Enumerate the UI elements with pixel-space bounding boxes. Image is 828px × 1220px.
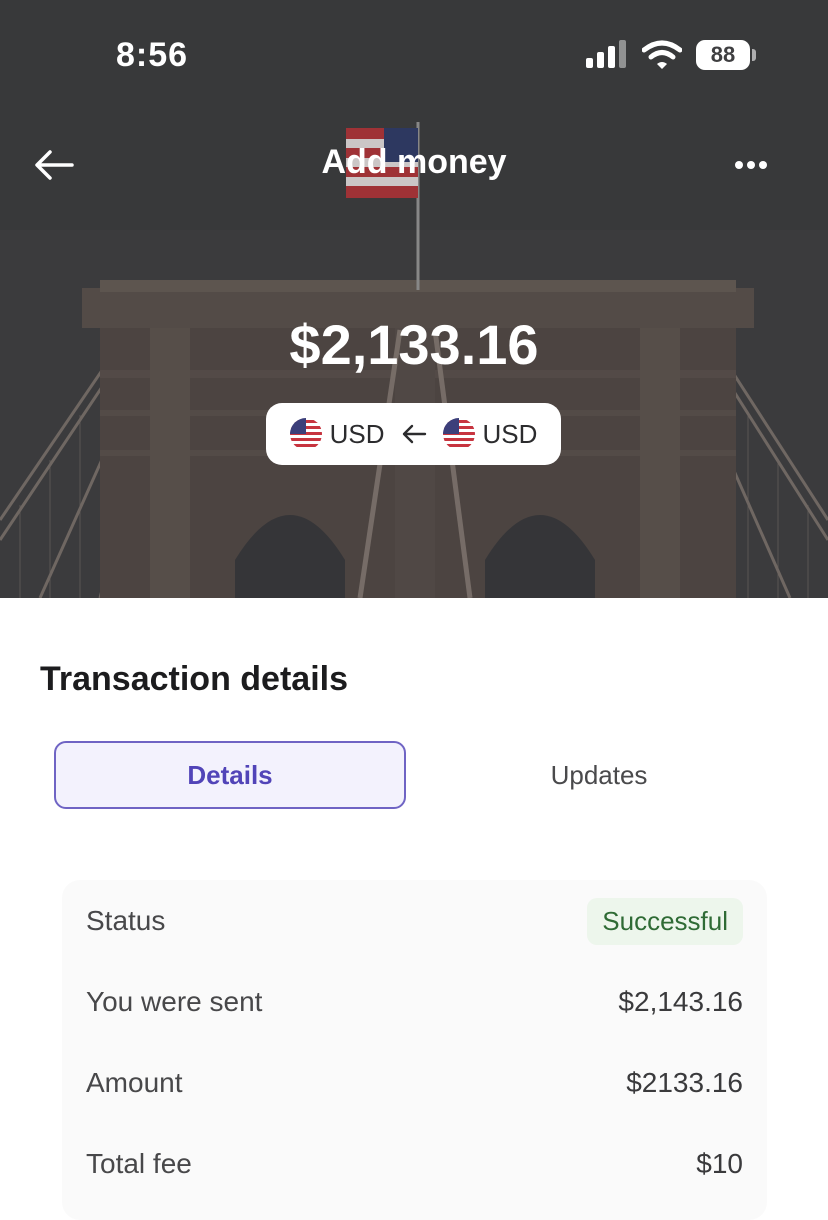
currency-pair-pill: USD USD (266, 403, 561, 465)
transaction-amount: $2,133.16 (289, 313, 539, 376)
row-value: $10 (696, 1148, 743, 1179)
details-card: Status Successful You were sent $2,143.1… (62, 880, 767, 1220)
status-badge: Successful (587, 897, 743, 945)
tab-details[interactable]: Details (54, 741, 406, 809)
row-label: You were sent (86, 986, 263, 1017)
row-value: $2,143.16 (618, 986, 743, 1017)
row-value: $2133.16 (626, 1067, 743, 1098)
battery-level: 88 (710, 42, 736, 67)
more-options-button[interactable] (728, 145, 774, 185)
detail-row-fee: Total fee $10 (86, 1139, 743, 1189)
currency-to: USD (289, 418, 385, 450)
row-label: Status (86, 905, 166, 936)
battery-icon: 88 (696, 40, 750, 70)
detail-row-amount: Amount $2133.16 (86, 1058, 743, 1108)
signal-icon (586, 40, 626, 68)
currency-to-code: USD (329, 418, 385, 449)
section-title: Transaction details (40, 660, 348, 698)
us-flag-icon (289, 418, 322, 450)
status-time: 8:56 (116, 36, 189, 74)
tab-bar: Details Updates (54, 741, 774, 809)
more-dots-icon (735, 161, 767, 169)
currency-from: USD (442, 418, 538, 450)
row-label: Total fee (86, 1148, 192, 1179)
tab-updates[interactable]: Updates (424, 741, 774, 809)
page-title: Add money (321, 143, 507, 181)
status-bar: 8:56 88 (0, 0, 828, 110)
detail-row-status: Status Successful (86, 896, 743, 946)
row-label: Amount (86, 1067, 183, 1098)
wifi-icon (642, 40, 682, 69)
arrow-left-icon (401, 424, 427, 444)
detail-row-sent: You were sent $2,143.16 (86, 977, 743, 1027)
currency-from-code: USD (482, 418, 538, 449)
us-flag-icon (442, 418, 475, 450)
battery-nub (752, 49, 756, 61)
hero-banner: 8:56 88 Add money $2,133.16 USD USD (0, 0, 828, 598)
